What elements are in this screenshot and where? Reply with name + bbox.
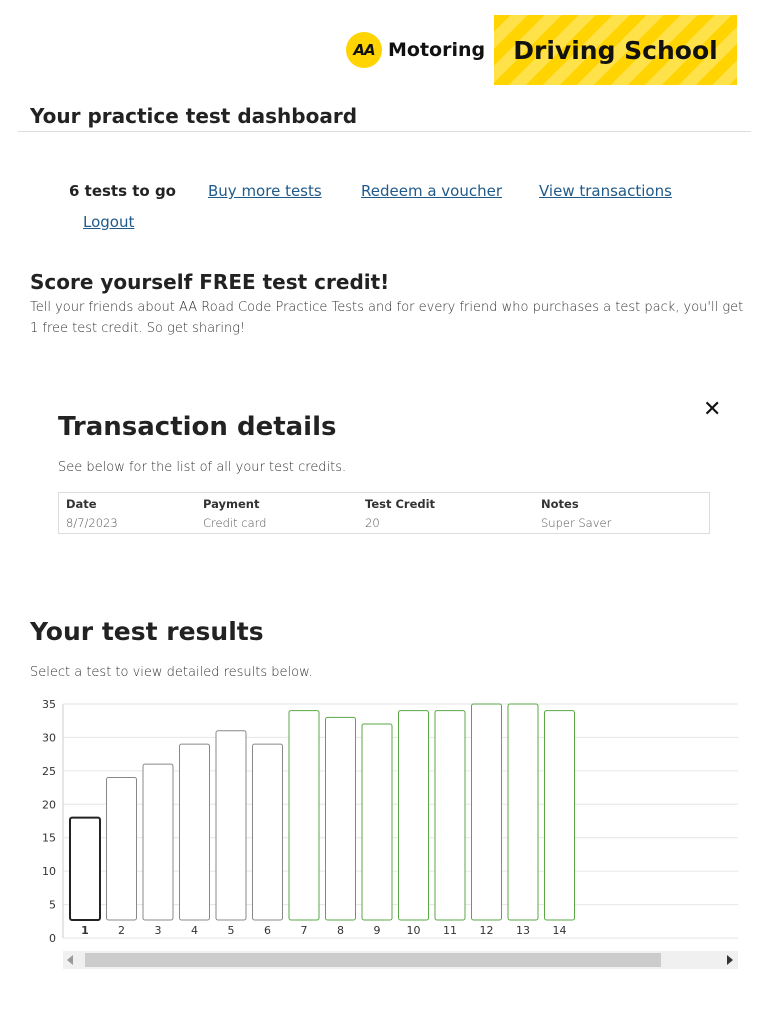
result-bar[interactable] xyxy=(288,710,320,921)
result-bar[interactable] xyxy=(471,703,502,921)
close-icon[interactable]: ✕ xyxy=(703,398,721,422)
aa-badge-icon: AA xyxy=(346,32,382,68)
y-tick-label: 35 xyxy=(42,698,56,711)
scroll-left-arrow-icon[interactable] xyxy=(67,955,73,965)
x-tick-label[interactable]: 4 xyxy=(191,924,198,937)
x-tick-label[interactable]: 9 xyxy=(374,924,381,937)
table-cell-notes: Super Saver xyxy=(541,516,612,530)
title-divider xyxy=(18,131,751,132)
test-results-chart: 051015202530351 2 3 4 5 6 7 8 9 10 11 12 13 14 xyxy=(42,698,738,945)
credit-promo-title: Score yourself FREE test credit! xyxy=(30,270,390,294)
x-tick-label[interactable]: 6 xyxy=(264,924,271,937)
column-header-test-credit: Test Credit xyxy=(365,497,436,511)
driving-school-banner[interactable]: Driving School xyxy=(494,15,737,85)
x-tick-label[interactable]: 14 xyxy=(553,924,567,937)
y-tick-label: 5 xyxy=(49,899,56,912)
x-tick-label[interactable]: 5 xyxy=(228,924,235,937)
x-tick-label[interactable]: 12 xyxy=(480,924,494,937)
scrollbar-thumb[interactable] xyxy=(85,953,661,967)
result-bar[interactable] xyxy=(434,710,466,921)
result-bar[interactable] xyxy=(361,723,393,921)
test-results-title: Your test results xyxy=(30,617,264,646)
x-tick-label[interactable]: 7 xyxy=(301,924,308,937)
scroll-right-arrow-icon[interactable] xyxy=(727,955,733,965)
y-tick-label: 30 xyxy=(42,731,56,744)
y-tick-label: 15 xyxy=(42,832,56,845)
result-bar[interactable] xyxy=(398,710,429,921)
table-cell-payment: Credit card xyxy=(203,516,267,530)
y-tick-label: 0 xyxy=(49,932,56,945)
result-bar[interactable] xyxy=(325,716,356,921)
credit-promo-description: Tell your friends about AA Road Code Pra… xyxy=(30,300,744,336)
table-cell-test-credit: 20 xyxy=(365,516,380,530)
x-tick-label[interactable]: 13 xyxy=(516,924,530,937)
column-header-payment: Payment xyxy=(203,497,260,511)
view-transactions-link[interactable]: View transactions xyxy=(539,182,672,200)
result-bar[interactable] xyxy=(252,743,283,921)
column-header-date: Date xyxy=(66,497,97,511)
aa-motoring-logo[interactable]: AA Motoring xyxy=(346,32,485,68)
aa-motoring-wordmark: Motoring xyxy=(388,39,486,61)
transaction-details-description: See below for the list of all your test … xyxy=(58,460,347,475)
x-tick-label[interactable]: 2 xyxy=(118,924,125,937)
chart-scrollbar[interactable] xyxy=(63,951,738,969)
x-tick-label[interactable]: 11 xyxy=(443,924,457,937)
x-tick-label[interactable]: 1 xyxy=(81,924,89,937)
result-bar[interactable] xyxy=(179,743,210,921)
x-tick-label[interactable]: 8 xyxy=(337,924,344,937)
x-tick-label[interactable]: 3 xyxy=(155,924,162,937)
x-tick-label[interactable]: 10 xyxy=(407,924,421,937)
table-cell-date: 8/7/2023 xyxy=(66,516,118,530)
y-tick-label: 20 xyxy=(42,798,56,811)
result-bar[interactable] xyxy=(106,777,137,921)
result-bar[interactable] xyxy=(507,703,539,921)
buy-more-tests-link[interactable]: Buy more tests xyxy=(208,182,322,200)
result-bar[interactable] xyxy=(142,763,174,921)
tests-remaining: 6 tests to go xyxy=(69,182,176,200)
y-tick-label: 10 xyxy=(42,865,56,878)
transaction-details-title: Transaction details xyxy=(58,412,337,442)
result-bar[interactable] xyxy=(544,710,575,921)
redeem-voucher-link[interactable]: Redeem a voucher xyxy=(361,182,502,200)
test-results-description: Select a test to view detailed results b… xyxy=(30,665,313,680)
logout-link[interactable]: Logout xyxy=(83,213,134,231)
transactions-table: Date Payment Test Credit Notes 8/7/2023 … xyxy=(58,492,710,534)
result-bar[interactable] xyxy=(69,816,101,921)
result-bar[interactable] xyxy=(215,730,247,921)
y-tick-label: 25 xyxy=(42,765,56,778)
page-title: Your practice test dashboard xyxy=(30,104,358,128)
column-header-notes: Notes xyxy=(541,497,579,511)
